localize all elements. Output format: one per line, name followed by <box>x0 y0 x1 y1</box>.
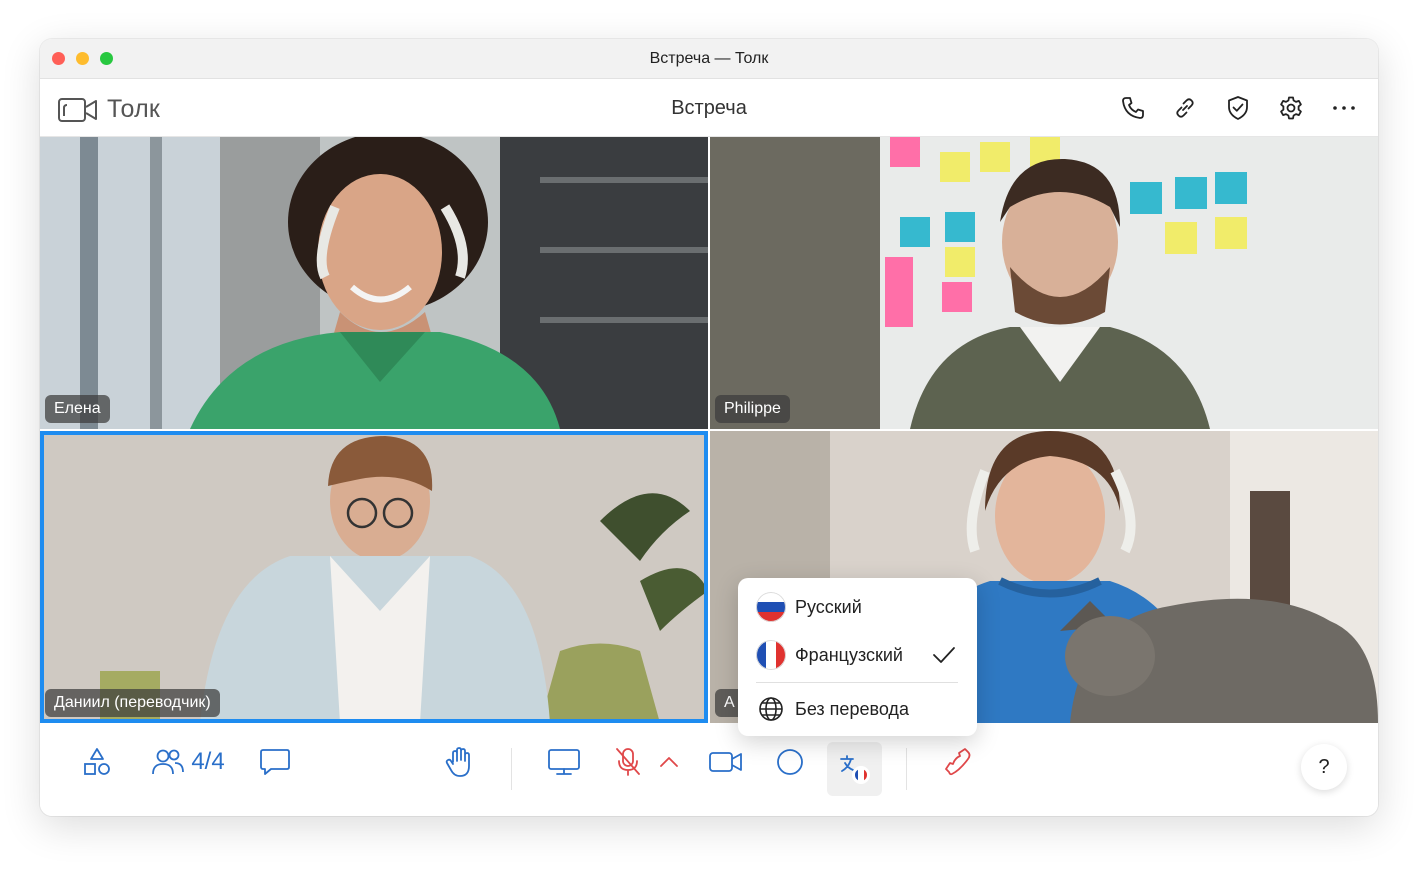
microphone-off-icon <box>616 748 640 776</box>
end-call-button[interactable] <box>938 740 978 784</box>
participant-name-tag: Philippe <box>715 395 790 423</box>
raise-hand-icon <box>445 747 470 777</box>
language-label: Французский <box>795 644 903 665</box>
participant-video <box>40 431 708 723</box>
globe-icon <box>759 697 783 721</box>
help-button[interactable]: ? <box>1301 744 1347 790</box>
camera-button[interactable] <box>706 740 746 784</box>
language-label: Без перевода <box>795 698 909 719</box>
video-grid: Елена Philippe Даниил (переводчик) А <box>40 137 1378 723</box>
chat-icon <box>260 749 290 775</box>
chevron-up-icon <box>660 757 678 767</box>
russia-flag-icon <box>756 592 786 622</box>
more-button[interactable] <box>1329 93 1359 123</box>
settings-button[interactable] <box>1276 93 1306 123</box>
copy-link-button[interactable] <box>1170 93 1200 123</box>
chat-button[interactable] <box>256 740 294 784</box>
participant-name-tag: Елена <box>45 395 110 423</box>
toolbar-divider <box>906 748 907 790</box>
video-tile-philippe[interactable]: Philippe <box>710 137 1378 429</box>
translation-language-menu: Русский Французский Без перевода <box>738 578 977 736</box>
link-icon <box>1176 98 1194 118</box>
screen-share-button[interactable] <box>544 740 584 784</box>
call-button[interactable] <box>1118 93 1148 123</box>
language-option-russian[interactable]: Русский <box>738 583 977 631</box>
participant-name-tag: Даниил (переводчик) <box>45 689 220 717</box>
menu-separator <box>756 682 958 683</box>
app-window: Встреча — Толк Толк Встреча Елена Philip… <box>40 39 1378 816</box>
window-title: Встреча — Толк <box>649 50 769 67</box>
record-button[interactable] <box>772 740 808 784</box>
raise-hand-button[interactable] <box>440 740 480 784</box>
checkmark-icon <box>933 647 955 663</box>
participants-count: 4/4 <box>191 748 225 775</box>
app-header: Толк Встреча <box>40 79 1378 137</box>
title-bar: Встреча — Толк <box>40 39 1378 79</box>
video-tile-daniil[interactable]: Даниил (переводчик) <box>40 431 708 723</box>
microphone-options-button[interactable] <box>654 740 684 784</box>
record-icon <box>777 749 803 775</box>
microphone-button[interactable] <box>610 740 646 784</box>
monitor-icon <box>548 749 580 775</box>
apps-button[interactable] <box>78 740 116 784</box>
shapes-icon <box>84 748 110 775</box>
participant-video <box>710 137 1378 429</box>
translation-button[interactable] <box>827 742 882 796</box>
people-icon <box>152 749 185 775</box>
language-label: Русский <box>795 596 862 617</box>
video-camera-icon <box>709 752 742 772</box>
video-tile-elena[interactable]: Елена <box>40 137 708 429</box>
france-flag-icon <box>756 640 786 670</box>
security-button[interactable] <box>1223 93 1253 123</box>
meeting-toolbar: 4/4 ? <box>40 723 1378 816</box>
phone-icon <box>1122 97 1144 119</box>
hang-up-icon <box>945 748 971 776</box>
participants-button[interactable]: 4/4 <box>144 740 232 784</box>
language-option-french[interactable]: Французский <box>738 631 977 679</box>
more-icon <box>1333 106 1355 110</box>
toolbar-divider <box>511 748 512 790</box>
shield-check-icon <box>1228 96 1248 120</box>
language-option-no-translation[interactable]: Без перевода <box>738 685 977 733</box>
gear-icon <box>1280 96 1302 120</box>
participant-video <box>40 137 708 429</box>
translate-icon <box>839 755 870 784</box>
